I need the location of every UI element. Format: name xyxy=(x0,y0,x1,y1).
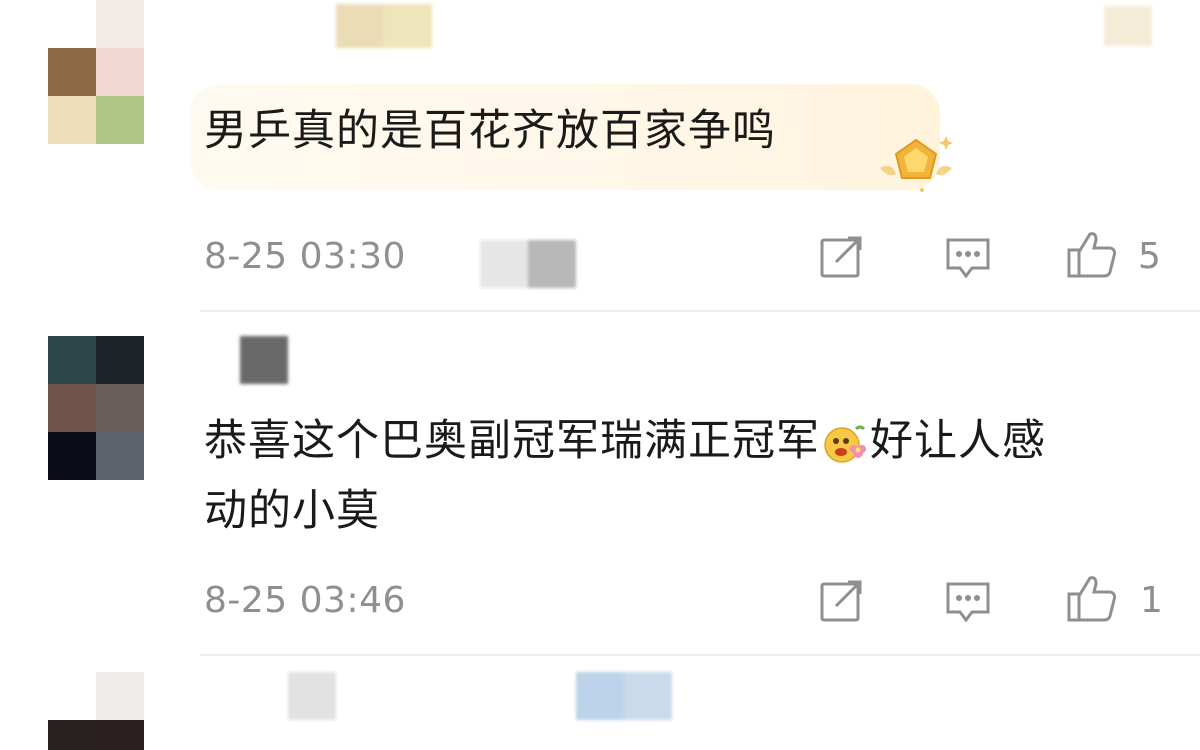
avatar[interactable] xyxy=(48,0,144,144)
comment-text: 男乒真的是百花齐放百家争鸣 xyxy=(204,106,776,156)
flower-smile-emoji-icon xyxy=(824,425,866,463)
share-icon[interactable] xyxy=(818,232,866,280)
gold-pentagon-badge-icon xyxy=(880,136,953,192)
username-redacted[interactable] xyxy=(240,336,288,384)
share-icon[interactable] xyxy=(818,576,866,624)
avatar[interactable] xyxy=(48,672,144,750)
badge-redacted xyxy=(576,672,672,720)
badge-redacted xyxy=(1104,6,1152,46)
comment-timestamp: 8-25 03:30 xyxy=(204,236,406,277)
divider xyxy=(200,310,1200,312)
comment-timestamp: 8-25 03:46 xyxy=(204,580,406,621)
comment-icon[interactable] xyxy=(944,232,992,280)
comment-text-part: 恭喜这个巴奥副冠军瑞满正冠军 xyxy=(204,416,820,466)
thumbs-up-icon[interactable] xyxy=(1066,572,1118,624)
avatar[interactable] xyxy=(48,336,144,480)
divider xyxy=(200,654,1200,656)
thumbs-up-icon[interactable] xyxy=(1066,228,1118,280)
comment-text-part: 动的小莫 xyxy=(204,486,380,536)
username-redacted[interactable] xyxy=(336,4,432,48)
comment-text: 恭喜这个巴奥副冠军瑞满正冠军 好让人感 动的小莫 xyxy=(204,406,1046,546)
like-count: 1 xyxy=(1140,580,1163,621)
comment-feed: 男乒真的是百花齐放百家争鸣 8-25 03:30 5 恭喜这个巴奥副冠军瑞满正冠… xyxy=(0,0,1200,750)
like-count: 5 xyxy=(1138,236,1161,277)
username-redacted[interactable] xyxy=(288,672,336,720)
comment-text-part: 好让人感 xyxy=(870,416,1046,466)
comment-icon[interactable] xyxy=(944,576,992,624)
location-redacted xyxy=(480,240,576,288)
